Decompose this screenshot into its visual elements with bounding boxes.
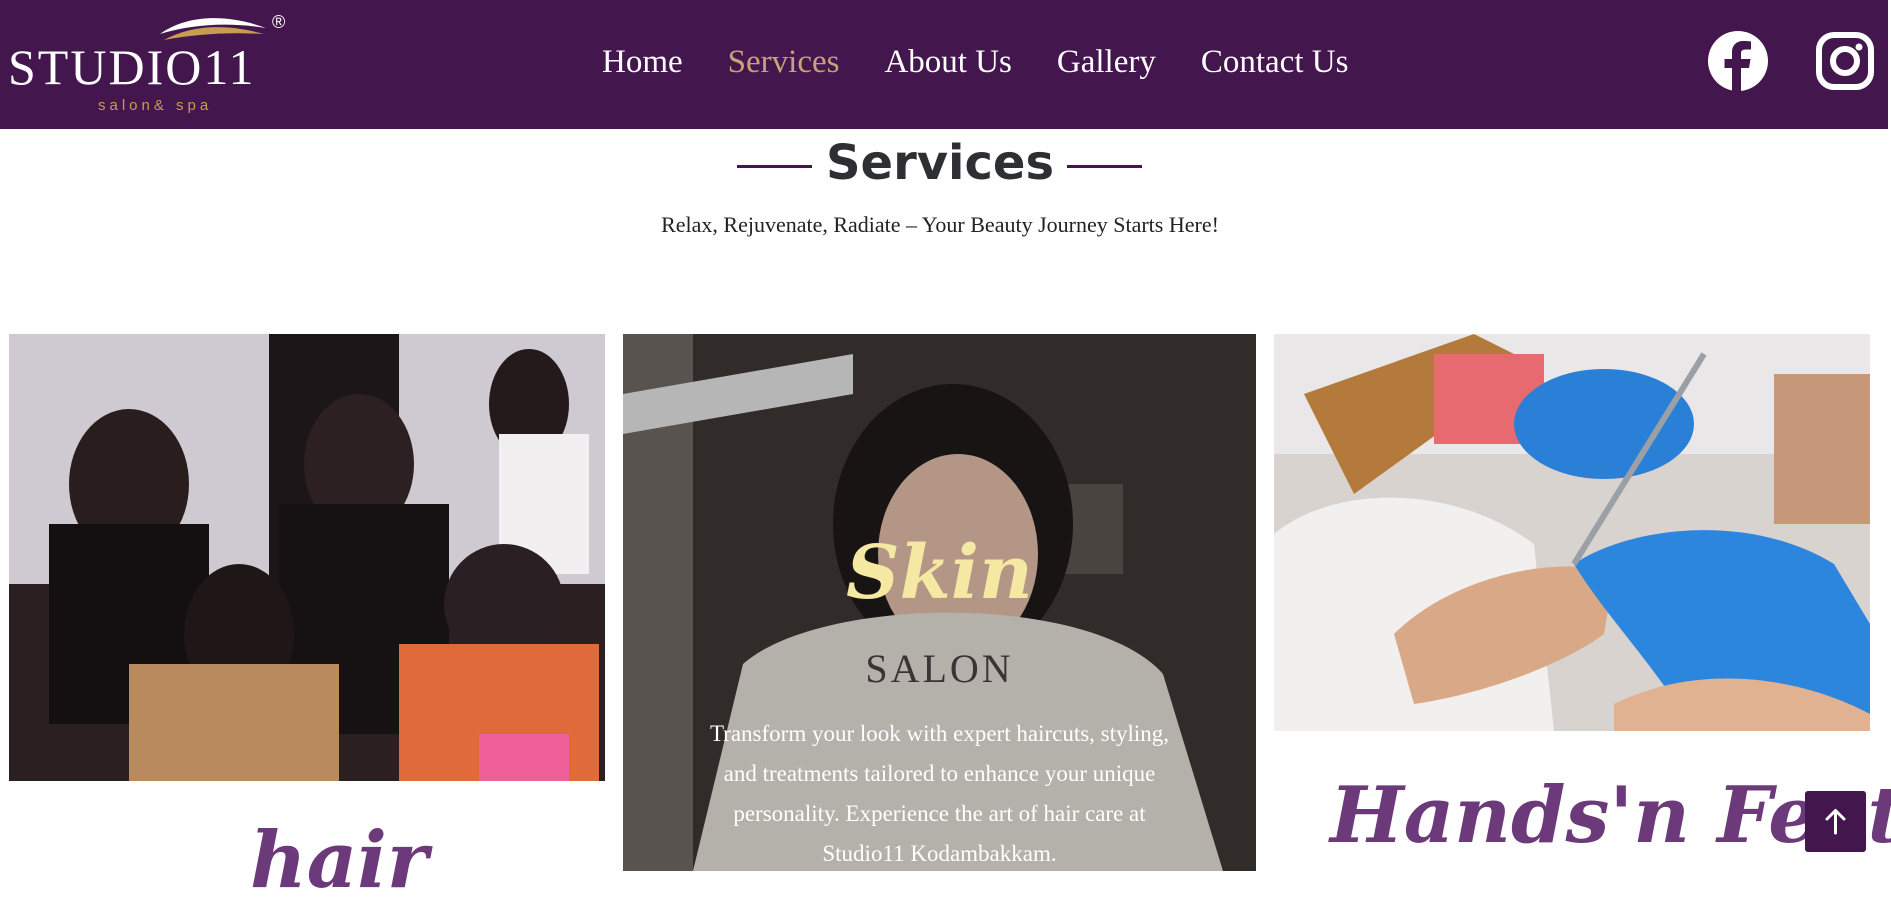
scroll-to-top-button[interactable] [1805,791,1866,852]
nav-home[interactable]: Home [602,38,683,86]
skin-subheading: SALON [865,646,1014,691]
registered-mark: ® [272,12,286,32]
instagram-icon[interactable] [1814,30,1876,92]
title-rule-right [1067,165,1142,168]
nav-gallery[interactable]: Gallery [1057,38,1156,86]
facebook-icon[interactable] [1707,30,1769,92]
skin-description: Transform your look with expert haircuts… [709,721,1170,866]
arrow-up-icon [1825,809,1846,835]
hands-feet-photo-illustration [1274,334,1870,731]
hands-feet-heading: Hands'n Feet [1330,770,1891,861]
section-subtitle: Relax, Rejuvenate, Radiate – Your Beauty… [661,212,1219,237]
logo-swoosh-icon [160,18,266,40]
nav-contact-us[interactable]: Contact Us [1201,38,1349,86]
hair-heading: hair [250,815,428,906]
hair-photo-illustration [9,334,605,781]
site-header: ® STUDIO11 salon& spa Home Services Abou… [0,0,1888,129]
section-title: Services [825,135,1055,191]
hair-service-photo[interactable] [9,334,605,781]
brand-name: STUDIO11 [8,39,256,95]
hands-feet-service-photo[interactable] [1274,334,1870,731]
nav-about-us[interactable]: About Us [884,38,1011,86]
studio11-logo[interactable]: ® STUDIO11 salon& spa [8,12,288,117]
brand-tagline: salon& spa [98,97,213,114]
skin-service-card[interactable]: Skin SALON Transform your look with expe… [623,334,1256,871]
skin-heading: Skin [846,530,1033,616]
nav-services[interactable]: Services [728,38,840,86]
main-nav: Home Services About Us Gallery Contact U… [602,38,1393,86]
